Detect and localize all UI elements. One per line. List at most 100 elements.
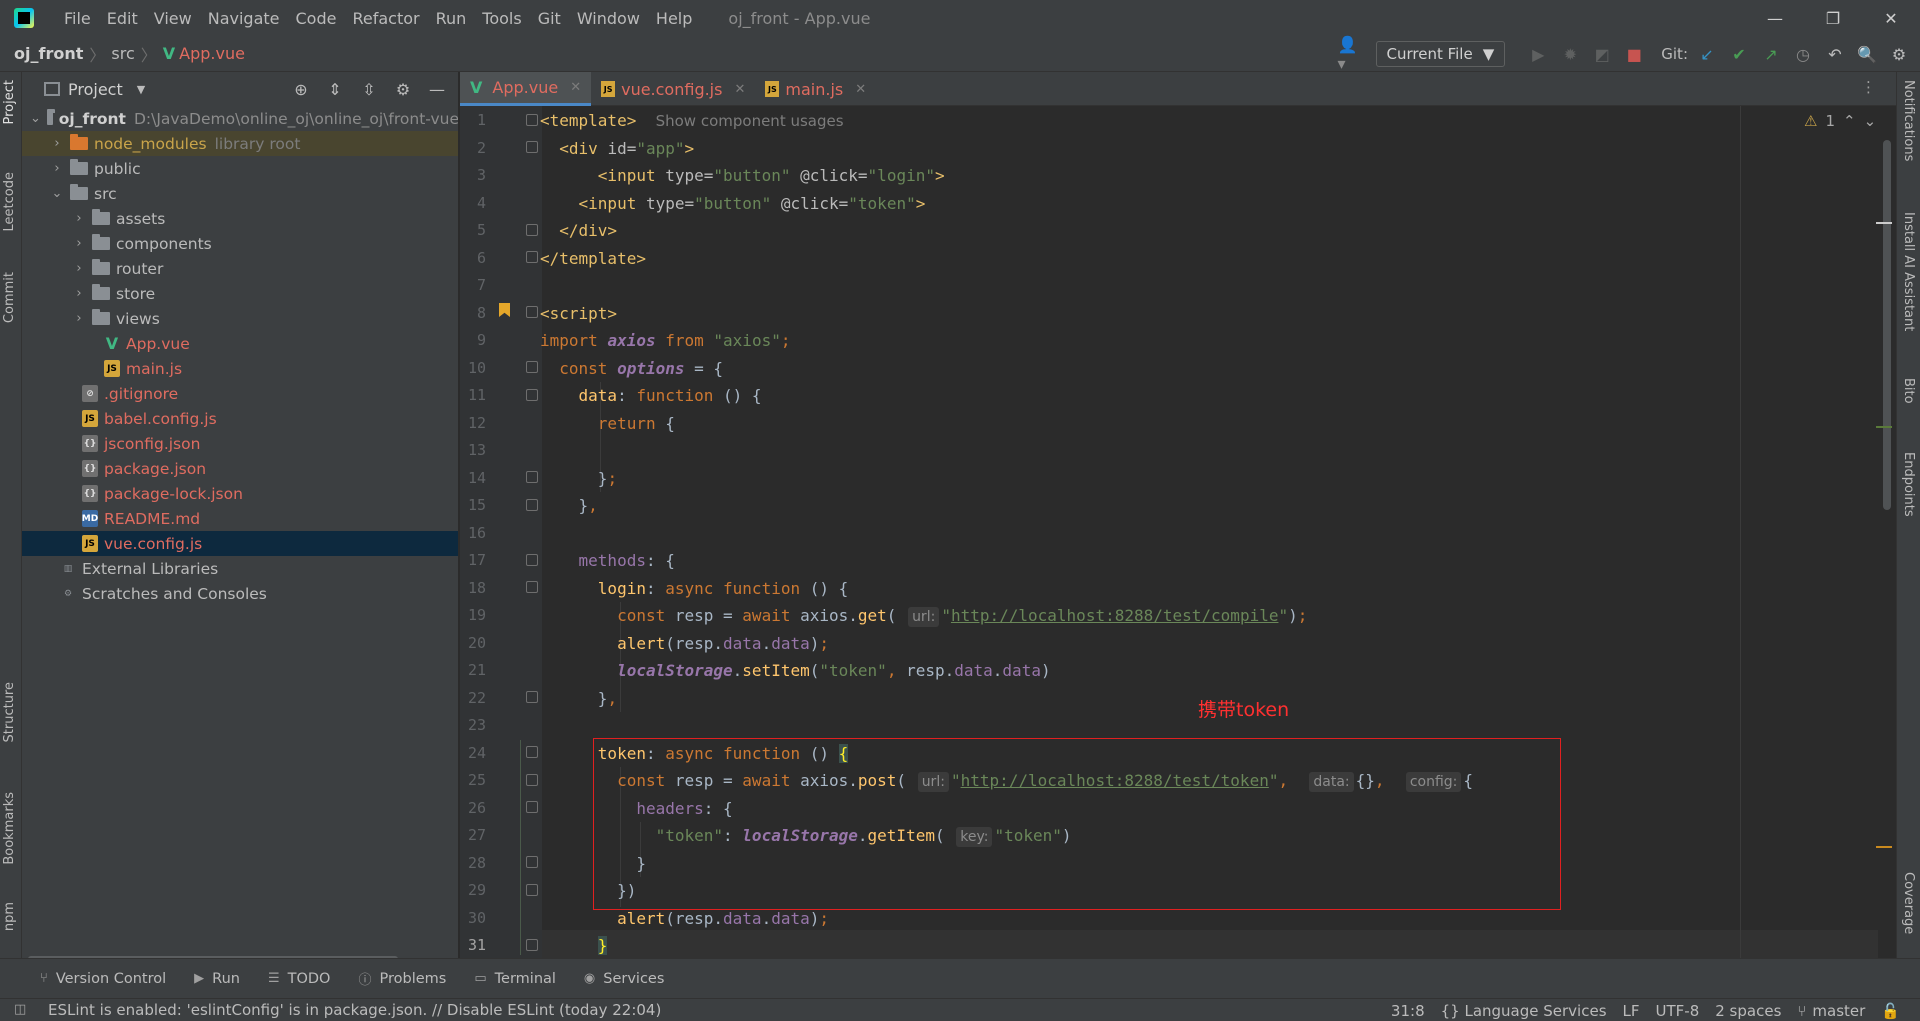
file-encoding[interactable]: UTF-8 <box>1656 1002 1700 1020</box>
tree-item-public[interactable]: › public <box>22 156 458 181</box>
fold-marker-icon[interactable] <box>526 471 538 483</box>
tree-item-assets[interactable]: › assets <box>22 206 458 231</box>
breadcrumb-file[interactable]: App.vue <box>179 44 245 63</box>
chevron-down-icon[interactable]: ⌄ <box>30 111 41 126</box>
caret-position[interactable]: 31:8 <box>1391 1002 1425 1020</box>
status-message[interactable]: ESLint is enabled: 'eslintConfig' is in … <box>48 1001 661 1019</box>
menu-edit[interactable]: Edit <box>99 9 146 28</box>
fold-marker-icon[interactable] <box>526 499 538 511</box>
menu-navigate[interactable]: Navigate <box>200 9 288 28</box>
tree-root[interactable]: ⌄ oj_front D:\JavaDemo\online_oj\online_… <box>22 106 458 131</box>
menu-help[interactable]: Help <box>648 9 700 28</box>
tree-item-jsconfig[interactable]: {} jsconfig.json <box>22 431 458 456</box>
fold-marker-icon[interactable] <box>526 361 538 373</box>
chevron-right-icon[interactable]: › <box>72 211 86 226</box>
tree-item-src[interactable]: ⌄ src <box>22 181 458 206</box>
chevron-right-icon[interactable]: › <box>72 286 86 301</box>
tool-tab-project[interactable]: Project <box>2 80 17 124</box>
tree-item-router[interactable]: › router <box>22 256 458 281</box>
coverage-icon[interactable]: ◩ <box>1589 41 1615 67</box>
tool-tab-notifications[interactable]: Notifications <box>1901 80 1916 161</box>
menu-tools[interactable]: Tools <box>474 9 529 28</box>
menu-window[interactable]: Window <box>569 9 648 28</box>
fold-marker-icon[interactable] <box>526 251 538 263</box>
tool-tab-endpoints[interactable]: Endpoints <box>1901 452 1916 517</box>
editor-scrollbar-thumb[interactable] <box>1883 140 1891 510</box>
tree-item-readme[interactable]: MD README.md <box>22 506 458 531</box>
expand-all-icon[interactable]: ⇕ <box>322 76 348 102</box>
close-window-button[interactable]: ✕ <box>1862 0 1920 36</box>
fold-marker-icon[interactable] <box>526 884 538 896</box>
tool-terminal[interactable]: ▭ Terminal <box>474 971 556 987</box>
fold-marker-icon[interactable] <box>526 856 538 868</box>
tool-tab-npm[interactable]: npm <box>2 902 17 931</box>
settings-gear-icon[interactable]: ⚙ <box>1886 41 1912 67</box>
fold-marker-icon[interactable] <box>526 801 538 813</box>
git-push-icon[interactable]: ↗ <box>1758 41 1784 67</box>
close-icon[interactable]: ✕ <box>570 80 581 95</box>
tool-tab-bito[interactable]: Bito <box>1901 378 1916 404</box>
tool-tab-commit[interactable]: Commit <box>2 272 17 323</box>
restore-button[interactable]: ❐ <box>1804 0 1862 36</box>
tree-item-gitignore[interactable]: ⊘ .gitignore <box>22 381 458 406</box>
language-services[interactable]: {} Language Services <box>1441 1002 1607 1020</box>
chevron-right-icon[interactable]: › <box>50 136 64 151</box>
menu-file[interactable]: File <box>56 9 99 28</box>
tool-run[interactable]: ▶ Run <box>194 971 240 987</box>
url-link[interactable]: http://localhost:8288/test/compile <box>951 606 1279 625</box>
fold-marker-icon[interactable] <box>526 746 538 758</box>
indent-setting[interactable]: 2 spaces <box>1715 1002 1781 1020</box>
show-usages-inlay[interactable]: Show component usages <box>656 112 844 130</box>
line-separator[interactable]: LF <box>1623 1002 1640 1020</box>
stop-icon[interactable]: ■ <box>1621 41 1647 67</box>
minimize-button[interactable]: — <box>1746 0 1804 36</box>
tree-item-main-js[interactable]: JS main.js <box>22 356 458 381</box>
hide-panel-icon[interactable]: — <box>424 76 450 102</box>
tree-item-scratches[interactable]: ⚙ Scratches and Consoles <box>22 581 458 606</box>
fold-marker-icon[interactable] <box>526 691 538 703</box>
git-update-icon[interactable]: ↙ <box>1694 41 1720 67</box>
breadcrumb-project[interactable]: oj_front <box>14 44 83 63</box>
chevron-down-icon[interactable]: ▼ <box>137 83 145 96</box>
git-history-icon[interactable]: ◷ <box>1790 41 1816 67</box>
tool-todo[interactable]: ☰ TODO <box>268 971 331 987</box>
git-rollback-icon[interactable]: ↶ <box>1822 41 1848 67</box>
menu-code[interactable]: Code <box>288 9 345 28</box>
menu-git[interactable]: Git <box>530 9 569 28</box>
tree-item-external-libraries[interactable]: ▥ External Libraries <box>22 556 458 581</box>
tool-tab-coverage[interactable]: Coverage <box>1901 872 1916 934</box>
tree-item-views[interactable]: › views <box>22 306 458 331</box>
tab-vue-config[interactable]: JS vue.config.js ✕ <box>591 72 755 106</box>
tool-version-control[interactable]: ⑂ Version Control <box>40 971 166 987</box>
tool-tab-bookmarks[interactable]: Bookmarks <box>2 792 17 865</box>
git-branch-widget[interactable]: ⑂ master <box>1797 1002 1865 1020</box>
search-icon[interactable]: 🔍 <box>1854 41 1880 67</box>
menu-view[interactable]: View <box>146 9 200 28</box>
fold-marker-icon[interactable] <box>526 581 538 593</box>
tab-app-vue[interactable]: V App.vue ✕ <box>460 72 592 106</box>
locate-target-icon[interactable]: ⊕ <box>288 76 314 102</box>
chevron-up-icon[interactable]: ⌃ <box>1843 112 1856 130</box>
fold-marker-icon[interactable] <box>526 224 538 236</box>
breadcrumb-folder[interactable]: src <box>111 44 134 63</box>
close-icon[interactable]: ✕ <box>855 82 866 97</box>
chevron-down-icon[interactable]: ⌄ <box>1864 112 1877 130</box>
tree-item-store[interactable]: › store <box>22 281 458 306</box>
run-configuration-select[interactable]: Current File ▼ <box>1375 41 1506 67</box>
debug-icon[interactable]: ✹ <box>1557 41 1583 67</box>
chevron-right-icon[interactable]: › <box>50 161 64 176</box>
fold-marker-icon[interactable] <box>526 554 538 566</box>
fold-marker-icon[interactable] <box>526 114 538 126</box>
fold-marker-icon[interactable] <box>526 939 538 951</box>
tree-item-package-json[interactable]: {} package.json <box>22 456 458 481</box>
tree-item-node-modules[interactable]: › node_modules library root <box>22 131 458 156</box>
chevron-right-icon[interactable]: › <box>72 236 86 251</box>
project-panel-title[interactable]: Project <box>68 80 123 99</box>
tree-item-babel-config[interactable]: JS babel.config.js <box>22 406 458 431</box>
tree-item-app-vue[interactable]: V App.vue <box>22 331 458 356</box>
settings-gear-icon[interactable]: ⚙ <box>390 76 416 102</box>
tree-item-vue-config[interactable]: JS vue.config.js <box>22 531 458 556</box>
git-commit-icon[interactable]: ✔ <box>1726 41 1752 67</box>
fold-marker-icon[interactable] <box>526 389 538 401</box>
chevron-right-icon[interactable]: › <box>72 261 86 276</box>
